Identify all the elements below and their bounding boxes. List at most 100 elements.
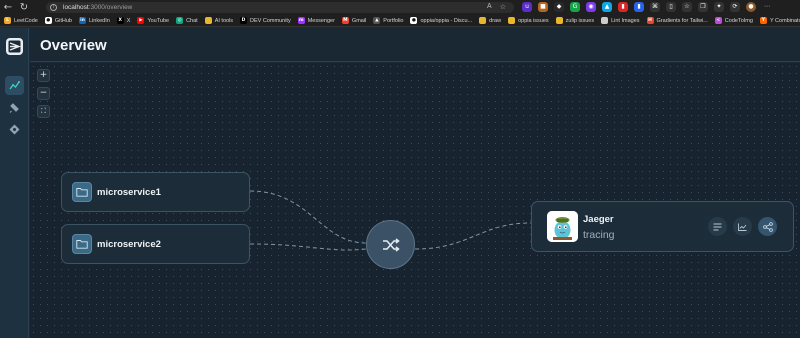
share-nodes-icon	[762, 221, 773, 232]
bookmark-label: GitHub	[54, 17, 72, 24]
page-icon	[601, 17, 609, 24]
diamond-icon	[9, 124, 20, 135]
folder-icon	[479, 17, 487, 24]
app-logo[interactable]	[6, 38, 23, 55]
bookmark-label: YouTube	[147, 17, 170, 24]
edge-microservice1-hub	[249, 190, 367, 244]
bookmark-label: X	[126, 17, 131, 24]
split-screen-icon[interactable]: ▯	[666, 2, 676, 12]
jaeger-logo	[547, 211, 578, 242]
bookmark-label: oppia/oppia - Discu...	[420, 17, 473, 24]
portfolio-icon: ▲	[373, 17, 381, 24]
puzzle-icon[interactable]: ⌘	[650, 2, 660, 12]
node-label: microservice2	[97, 238, 161, 250]
folder-icon	[72, 234, 92, 254]
reload-icon[interactable]: ↻	[16, 0, 32, 15]
chart-line-icon	[738, 223, 747, 231]
bookmark-label: AI tools	[214, 17, 234, 24]
plug-icon	[9, 103, 19, 113]
bookmark-item[interactable]: oppia issues	[508, 17, 549, 24]
metrics-button[interactable]	[733, 217, 752, 236]
read-aloud-icon[interactable]: A	[487, 3, 492, 11]
bookmark-label: zulip issues	[565, 17, 595, 24]
sidebar-item-plugins[interactable]	[5, 98, 24, 117]
github-icon: ●	[44, 17, 52, 24]
extension-icon[interactable]: ▮	[634, 2, 644, 12]
bookmark-item[interactable]: Lint Images	[601, 17, 640, 24]
extensions-icon[interactable]: ✦	[714, 2, 724, 12]
bookmark-label: CodeToImg	[724, 17, 753, 24]
logs-button[interactable]	[708, 217, 727, 236]
bookmark-label: LinkedIn	[88, 17, 110, 24]
chat-icon: ◎	[176, 17, 184, 24]
bookmark-item[interactable]: XX	[116, 17, 131, 24]
linkedin-icon: in	[78, 17, 86, 24]
extension-icon[interactable]: ◆	[554, 2, 564, 12]
more-menu-icon[interactable]: ⋯	[762, 2, 772, 12]
bookmark-item[interactable]: zulip issues	[555, 17, 595, 24]
bookmark-item[interactable]: AI tools	[204, 17, 234, 24]
bookmark-item[interactable]: < CodeToImg	[714, 17, 753, 24]
bookmarks-bar: L LeetCode ● GitHub in LinkedIn X X ▶ YouTube ◎ Cha…	[0, 15, 800, 27]
node-jaeger[interactable]: Jaeger tracing	[531, 201, 794, 252]
node-microservice1[interactable]: microservice1	[61, 172, 250, 212]
node-label: microservice1	[97, 186, 161, 198]
flow-canvas[interactable]: + − ⛶ microservice1 microservice2 Jaeger…	[30, 63, 800, 338]
bookmark-item[interactable]: draw	[479, 17, 501, 24]
folder-icon	[72, 182, 92, 202]
bookmark-item[interactable]: L LeetCode	[4, 17, 38, 24]
bookmark-item[interactable]: m Messenger	[297, 17, 335, 24]
extension-icon[interactable]: ■	[538, 2, 548, 12]
bookmark-item[interactable]: ▶ YouTube	[137, 17, 169, 24]
page-header: Overview	[30, 28, 800, 62]
address-bar[interactable]: i localhost:3000/overview A ☆	[46, 2, 514, 13]
bookmark-item[interactable]: ◎ Chat	[176, 17, 198, 24]
page-title: Overview	[40, 37, 107, 54]
bookmark-label: Lint Images	[611, 17, 640, 24]
main-content: Overview + − ⛶ microservice1 microservic…	[30, 28, 800, 338]
extension-icon[interactable]: G	[570, 2, 580, 12]
history-icon[interactable]: ⟳	[730, 2, 740, 12]
node-microservice2[interactable]: microservice2	[61, 224, 250, 264]
browser-toolbar: ← ↻ i localhost:3000/overview A ☆ u ■ ◆ …	[0, 0, 800, 15]
messenger-icon: m	[297, 17, 305, 24]
traces-button[interactable]	[758, 217, 777, 236]
favorite-star-icon[interactable]: ☆	[500, 3, 506, 11]
url-text: localhost:3000/overview	[63, 4, 133, 11]
collections-icon[interactable]: ❐	[698, 2, 708, 12]
folder-icon	[204, 17, 212, 24]
bookmark-item[interactable]: ● oppia/oppia - Discu...	[410, 17, 472, 24]
logo-icon	[8, 40, 21, 53]
node-router-hub[interactable]	[366, 220, 415, 269]
extensions-bar: u ■ ◆ G ◉ ▲ ▮ ▮ ⌘ ▯ ☆ ❐ ✦ ⟳ ● ⋯	[522, 2, 772, 12]
dev-icon: D	[240, 17, 248, 24]
bookmark-item[interactable]: M Gmail	[341, 17, 367, 24]
ycombinator-icon: Y	[759, 17, 767, 24]
github-icon: ●	[410, 17, 418, 24]
favorites-icon[interactable]: ☆	[682, 2, 692, 12]
bookmark-label: LeetCode	[14, 17, 38, 24]
bookmark-label: Gmail	[351, 17, 367, 24]
bookmark-label: Portfolio	[383, 17, 404, 24]
back-icon[interactable]: ←	[0, 0, 16, 15]
extension-icon[interactable]: ◉	[586, 2, 596, 12]
edge-hub-jaeger	[414, 222, 532, 250]
service-type: tracing	[583, 229, 615, 241]
bookmark-item[interactable]: in LinkedIn	[78, 17, 110, 24]
bookmark-item[interactable]: D DEV Community	[240, 17, 291, 24]
avatar[interactable]: ●	[746, 2, 756, 12]
bookmark-item[interactable]: H Gradients for Tailwi...	[646, 17, 708, 24]
bookmark-item[interactable]: ▲ Portfolio	[373, 17, 403, 24]
service-name: Jaeger	[583, 214, 614, 225]
bookmark-item[interactable]: YY Combinator	[759, 17, 800, 24]
extension-icon[interactable]: ▲	[602, 2, 612, 12]
sidebar-item-overview[interactable]	[5, 76, 24, 95]
folder-icon	[555, 17, 563, 24]
extension-icon[interactable]: u	[522, 2, 532, 12]
bookmark-label: oppia issues	[518, 17, 549, 24]
bookmark-item[interactable]: ● GitHub	[44, 17, 72, 24]
sidebar-item-integrations[interactable]	[5, 120, 24, 139]
gradients-icon: H	[646, 17, 654, 24]
extension-icon[interactable]: ▮	[618, 2, 628, 12]
site-info-icon[interactable]: i	[50, 4, 57, 11]
